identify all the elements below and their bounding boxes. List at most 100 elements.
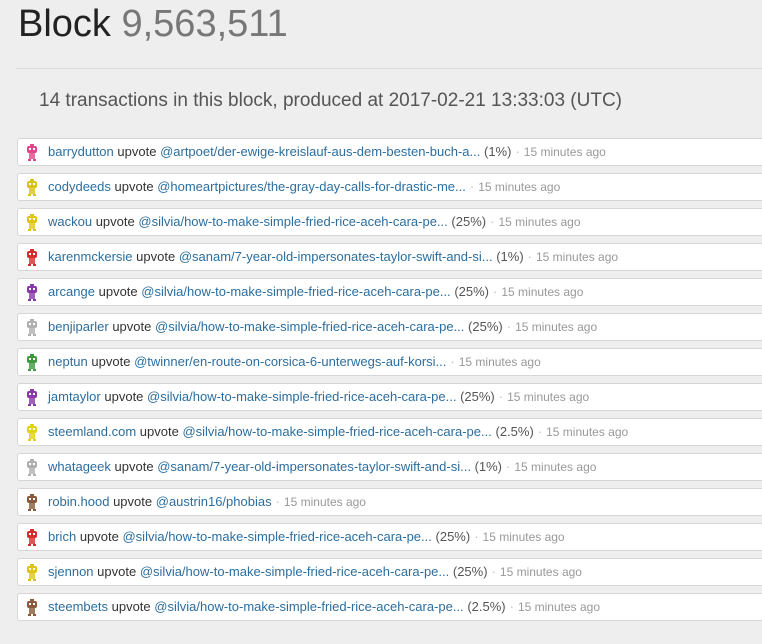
post-link[interactable]: @homeartpictures/the-gray-day-calls-for-…	[157, 179, 466, 194]
transaction-row: wackou upvote @silvia/how-to-make-simple…	[17, 208, 762, 236]
robot-avatar-icon[interactable]	[24, 284, 40, 301]
operation-type: upvote	[114, 459, 154, 474]
transaction-text: brich upvote @silvia/how-to-make-simple-…	[48, 524, 565, 550]
transaction-text: robin.hood upvote @austrin16/phobias · 15 …	[48, 489, 366, 515]
vote-weight: (25%)	[451, 214, 487, 229]
vote-weight: (25%)	[435, 529, 471, 544]
post-link[interactable]: @silvia/how-to-make-simple-fried-rice-ac…	[122, 529, 431, 544]
transaction-text: steembets upvote @silvia/how-to-make-sim…	[48, 594, 600, 620]
timestamp: 15 minutes ago	[514, 460, 597, 474]
post-link[interactable]: @austrin16/phobias	[156, 494, 272, 509]
post-link[interactable]: @sanam/7-year-old-impersonates-taylor-sw…	[179, 249, 493, 264]
separator-dot: ·	[474, 529, 479, 544]
transaction-text: barrydutton upvote @artpoet/der-ewige-kr…	[48, 139, 606, 165]
transaction-row: karenmckersie upvote @sanam/7-year-old-i…	[17, 243, 762, 271]
timestamp: 15 minutes ago	[499, 565, 582, 579]
robot-avatar-icon[interactable]	[24, 249, 40, 266]
vote-weight: (1%)	[483, 144, 512, 159]
page-title: Block 9,563,511	[18, 3, 288, 45]
post-link[interactable]: @sanam/7-year-old-impersonates-taylor-sw…	[157, 459, 471, 474]
operation-type: upvote	[95, 214, 135, 229]
voter-link[interactable]: barrydutton	[48, 144, 114, 159]
voter-link[interactable]: steemland.com	[48, 424, 136, 439]
timestamp: 15 minutes ago	[478, 180, 561, 194]
voter-link[interactable]: sjennon	[48, 564, 94, 579]
transaction-row: benjiparler upvote @silvia/how-to-make-s…	[17, 313, 762, 341]
vote-weight: (25%)	[468, 319, 503, 334]
transaction-text: arcange upvote @silvia/how-to-make-simpl…	[48, 279, 583, 305]
voter-link[interactable]: brich	[48, 529, 76, 544]
voter-link[interactable]: karenmckersie	[48, 249, 133, 264]
vote-weight: (2.5%)	[467, 599, 506, 614]
transaction-row: steembets upvote @silvia/how-to-make-sim…	[17, 593, 762, 621]
timestamp: 15 minutes ago	[501, 285, 584, 299]
post-link[interactable]: @silvia/how-to-make-simple-fried-rice-ac…	[155, 319, 464, 334]
vote-weight: (1%)	[496, 249, 524, 264]
transaction-row: robin.hood upvote @austrin16/phobias · 15 …	[17, 488, 762, 516]
timestamp: 15 minutes ago	[507, 390, 590, 404]
post-link[interactable]: @silvia/how-to-make-simple-fried-rice-ac…	[140, 564, 449, 579]
operation-type: upvote	[98, 284, 138, 299]
voter-link[interactable]: arcange	[48, 284, 95, 299]
separator-dot: ·	[498, 389, 504, 404]
transaction-text: steemland.com upvote @silvia/how-to-make…	[48, 419, 628, 445]
voter-link[interactable]: codydeeds	[48, 179, 111, 194]
post-link[interactable]: @twinner/en-route-on-corsica-6-unterwegs…	[134, 354, 446, 369]
post-link[interactable]: @silvia/how-to-make-simple-fried-rice-ac…	[138, 214, 447, 229]
transaction-row: steemland.com upvote @silvia/how-to-make…	[17, 418, 762, 446]
post-link[interactable]: @artpoet/der-ewige-kreislauf-aus-dem-bes…	[160, 144, 480, 159]
post-link[interactable]: @silvia/how-to-make-simple-fried-rice-ac…	[141, 284, 450, 299]
separator-dot: ·	[490, 214, 495, 229]
post-link[interactable]: @silvia/how-to-make-simple-fried-rice-ac…	[182, 424, 491, 439]
robot-avatar-icon[interactable]	[24, 494, 40, 511]
post-link[interactable]: @silvia/how-to-make-simple-fried-rice-ac…	[154, 599, 463, 614]
transaction-row: arcange upvote @silvia/how-to-make-simpl…	[17, 278, 762, 306]
robot-avatar-icon[interactable]	[24, 354, 40, 371]
robot-avatar-icon[interactable]	[24, 319, 40, 336]
transaction-text: neptun upvote @twinner/en-route-on-corsi…	[48, 349, 541, 375]
operation-type: upvote	[111, 599, 151, 614]
block-summary: 14 transactions in this block, produced …	[39, 90, 622, 111]
separator-dot: ·	[275, 494, 280, 509]
timestamp: 15 minutes ago	[546, 425, 629, 439]
transaction-row: brich upvote @silvia/how-to-make-simple-…	[17, 523, 762, 551]
operation-type: upvote	[104, 389, 144, 404]
transaction-row: whatageek upvote @sanam/7-year-old-imper…	[17, 453, 762, 481]
robot-avatar-icon[interactable]	[24, 389, 40, 406]
voter-link[interactable]: wackou	[48, 214, 92, 229]
timestamp: 15 minutes ago	[482, 530, 565, 544]
voter-link[interactable]: benjiparler	[48, 319, 109, 334]
timestamp: 15 minutes ago	[283, 495, 366, 509]
robot-avatar-icon[interactable]	[24, 564, 40, 581]
voter-link[interactable]: jamtaylor	[48, 389, 101, 404]
operation-type: upvote	[112, 319, 152, 334]
robot-avatar-icon[interactable]	[24, 459, 40, 476]
operation-type: upvote	[136, 249, 176, 264]
transaction-row: jamtaylor upvote @silvia/how-to-make-sim…	[17, 383, 762, 411]
voter-link[interactable]: robin.hood	[48, 494, 109, 509]
voter-link[interactable]: whatageek	[48, 459, 111, 474]
separator-dot: ·	[527, 249, 532, 264]
robot-avatar-icon[interactable]	[24, 214, 40, 231]
voter-link[interactable]: neptun	[48, 354, 88, 369]
voter-link[interactable]: steembets	[48, 599, 108, 614]
operation-type: upvote	[91, 354, 131, 369]
transaction-text: jamtaylor upvote @silvia/how-to-make-sim…	[48, 384, 589, 410]
robot-avatar-icon[interactable]	[24, 529, 40, 546]
robot-avatar-icon[interactable]	[24, 599, 40, 616]
post-link[interactable]: @silvia/how-to-make-simple-fried-rice-ac…	[147, 389, 456, 404]
robot-avatar-icon[interactable]	[24, 424, 40, 441]
operation-type: upvote	[114, 179, 154, 194]
transaction-text: whatageek upvote @sanam/7-year-old-imper…	[48, 454, 596, 480]
timestamp: 15 minutes ago	[515, 320, 598, 334]
transaction-text: benjiparler upvote @silvia/how-to-make-s…	[48, 314, 597, 340]
separator-dot: ·	[506, 459, 511, 474]
vote-weight: (25%)	[452, 564, 488, 579]
timestamp: 15 minutes ago	[458, 355, 541, 369]
separator-dot: ·	[537, 424, 543, 439]
robot-avatar-icon[interactable]	[24, 144, 40, 161]
separator-dot: ·	[515, 144, 520, 159]
robot-avatar-icon[interactable]	[24, 179, 40, 196]
separator-dot: ·	[450, 354, 455, 369]
operation-type: upvote	[113, 494, 153, 509]
